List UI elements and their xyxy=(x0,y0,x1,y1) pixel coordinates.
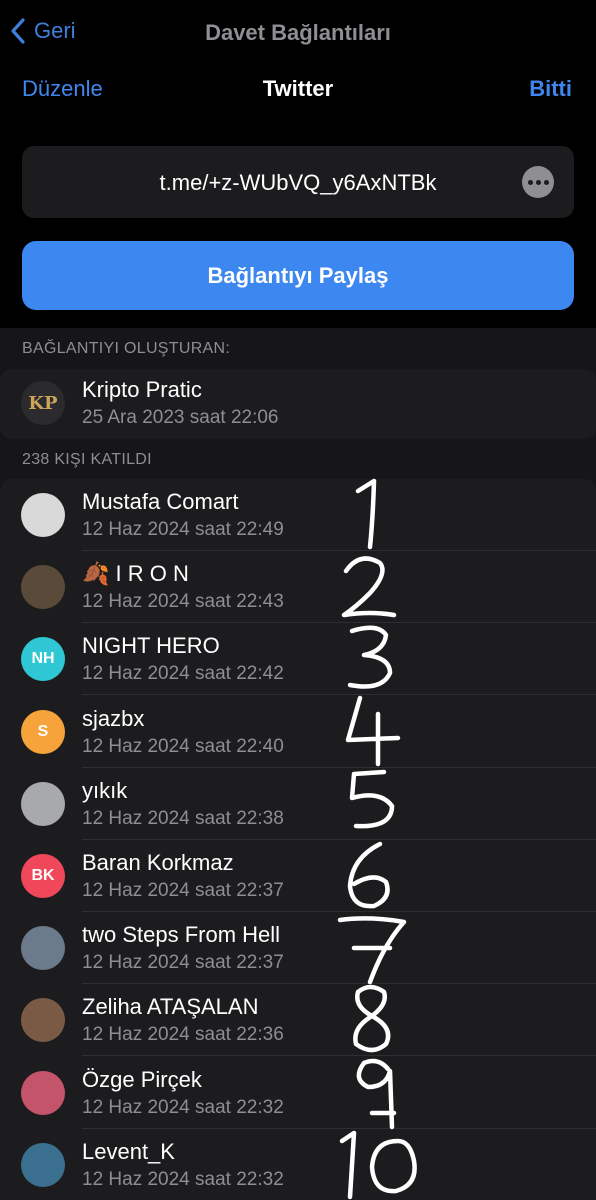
member-avatar xyxy=(21,565,65,610)
member-join-date: 12 Haz 2024 saat 22:42 xyxy=(82,663,284,685)
handwritten-number xyxy=(330,1055,430,1131)
member-name: Mustafa Comart xyxy=(82,489,239,514)
member-name: yıkık xyxy=(82,777,128,803)
member-avatar: BK xyxy=(21,854,65,898)
creator-section-header: BAĞLANTIYI OLUŞTURAN: xyxy=(22,340,231,357)
invite-link-box[interactable]: t.me/+z-WUbVQ_y6AxNTBk xyxy=(22,146,574,218)
creator-card[interactable]: KP Kripto Pratic 25 Ara 2023 saat 22:06 xyxy=(0,369,596,439)
members-list: Mustafa Comart 12 Haz 2024 saat 22:49 🍂 I … xyxy=(0,477,596,1200)
member-avatar xyxy=(21,1070,65,1115)
member-join-date: 12 Haz 2024 saat 22:37 xyxy=(82,952,284,974)
creator-avatar: KP xyxy=(21,381,65,425)
member-join-date: 12 Haz 2024 saat 22:37 xyxy=(82,880,284,901)
top-nav-bar: Geri Davet Bağlantıları xyxy=(0,0,596,64)
member-row[interactable]: yıkık 12 Haz 2024 saat 22:38 xyxy=(0,768,596,840)
member-join-date: 12 Haz 2024 saat 22:40 xyxy=(82,735,284,757)
link-title: Twitter xyxy=(262,76,334,101)
member-join-date: 12 Haz 2024 saat 22:32 xyxy=(82,1168,284,1190)
joined-section-header: 238 KIŞI KATILDI xyxy=(22,451,152,468)
handwritten-number xyxy=(330,982,430,1058)
member-name: two Steps From Hell xyxy=(82,922,281,948)
member-avatar xyxy=(21,1142,65,1187)
member-row[interactable]: Levent_K 12 Haz 2024 saat 22:32 xyxy=(0,1129,596,1200)
member-avatar xyxy=(21,998,65,1043)
member-avatar xyxy=(21,493,65,537)
invite-link-url[interactable]: t.me/+z-WUbVQ_y6AxNTBk xyxy=(22,170,574,196)
member-join-date: 12 Haz 2024 saat 22:36 xyxy=(82,1024,284,1046)
handwritten-number xyxy=(330,766,430,842)
member-name: sjazbx xyxy=(82,705,145,731)
member-row[interactable]: BK Baran Korkmaz 12 Haz 2024 saat 22:37 xyxy=(0,840,596,912)
ellipsis-icon[interactable] xyxy=(522,166,554,198)
member-name: Levent_K xyxy=(82,1138,175,1164)
member-row[interactable]: Özge Pirçek 12 Haz 2024 saat 22:32 xyxy=(0,1057,596,1129)
handwritten-number xyxy=(330,694,430,770)
member-avatar: S xyxy=(21,709,65,754)
handwritten-number xyxy=(330,910,430,986)
handwritten-number xyxy=(330,1127,430,1200)
member-name: Zeliha ATAŞALAN xyxy=(82,994,259,1020)
member-name: NIGHT HERO xyxy=(82,633,220,659)
handwritten-number xyxy=(330,549,430,625)
done-button[interactable]: Bitti xyxy=(529,76,572,102)
member-name: Baran Korkmaz xyxy=(82,850,234,875)
member-avatar: NH xyxy=(21,637,65,682)
member-row[interactable]: Zeliha ATAŞALAN 12 Haz 2024 saat 22:36 xyxy=(0,982,596,1058)
handwritten-number xyxy=(330,621,430,697)
member-join-date: 12 Haz 2024 saat 22:43 xyxy=(82,591,284,613)
member-name: Özge Pirçek xyxy=(82,1066,202,1092)
member-name: 🍂 I R O N xyxy=(82,561,189,587)
member-join-date: 12 Haz 2024 saat 22:38 xyxy=(82,807,284,829)
handwritten-number xyxy=(330,477,430,553)
creator-name: Kripto Pratic xyxy=(82,377,202,402)
nav-title: Davet Bağlantıları xyxy=(205,20,391,45)
member-row[interactable]: Ssjazbx 12 Haz 2024 saat 22:40 xyxy=(0,694,596,770)
handwritten-number xyxy=(330,838,430,914)
member-row[interactable]: NH NIGHT HERO 12 Haz 2024 saat 22:42 xyxy=(0,621,596,697)
member-avatar xyxy=(21,926,65,971)
member-row[interactable]: two Steps From Hell 12 Haz 2024 saat 22:3… xyxy=(0,910,596,986)
member-row[interactable]: Mustafa Comart 12 Haz 2024 saat 22:49 xyxy=(0,477,596,553)
share-link-button[interactable]: Bağlantıyı Paylaş xyxy=(22,241,574,310)
member-row[interactable]: 🍂 I R O N 12 Haz 2024 saat 22:43 xyxy=(0,549,596,625)
link-header: Düzenle Twitter Bitti xyxy=(0,64,596,116)
member-join-date: 12 Haz 2024 saat 22:32 xyxy=(82,1096,284,1118)
member-avatar xyxy=(21,781,65,826)
member-join-date: 12 Haz 2024 saat 22:49 xyxy=(82,519,284,540)
creator-date: 25 Ara 2023 saat 22:06 xyxy=(82,407,279,428)
